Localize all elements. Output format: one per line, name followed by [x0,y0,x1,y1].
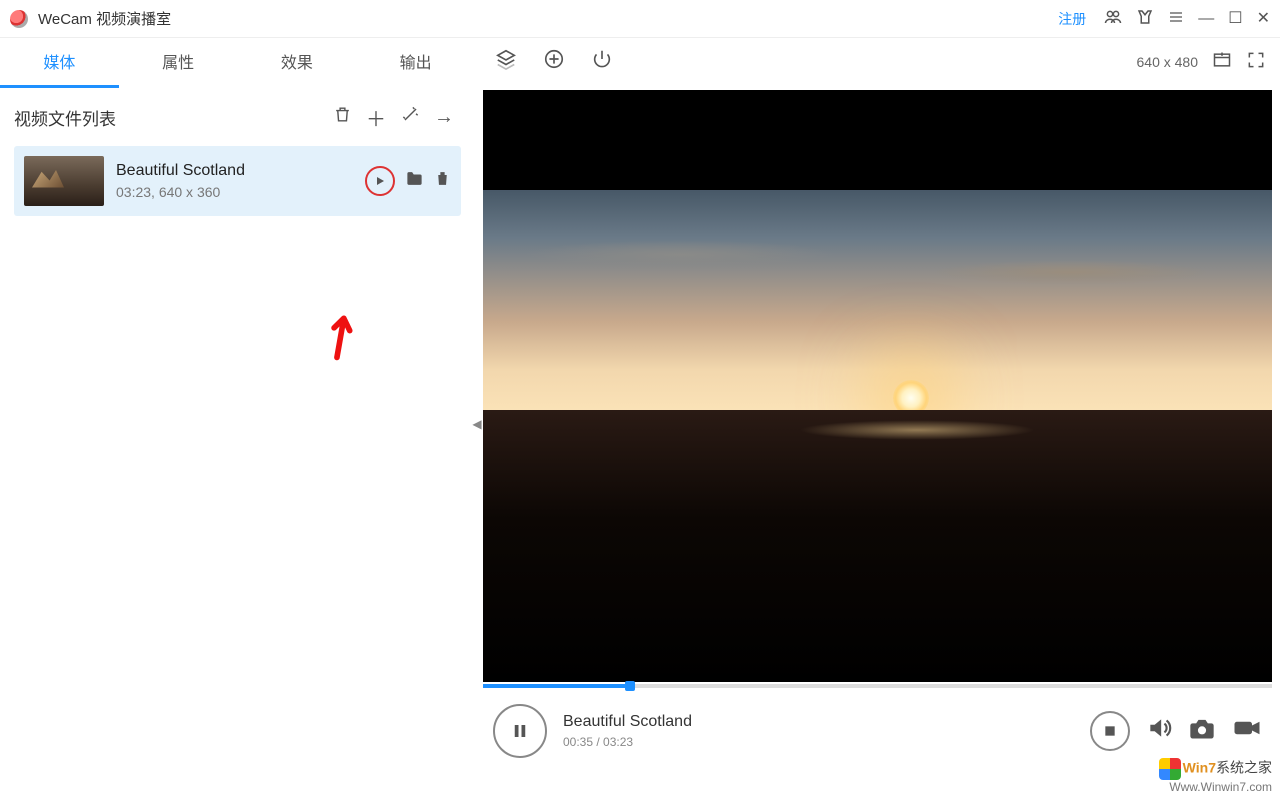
fit-screen-icon[interactable] [1212,50,1232,75]
collapse-sidebar-handle[interactable]: ◀ [470,410,484,438]
file-item[interactable]: Beautiful Scotland 03:23, 640 x 360 [14,146,461,216]
list-next-button[interactable]: → [427,106,461,129]
list-add-button[interactable]: ＋ [359,103,393,132]
preview-panel: Beautiful Scotland 00:35 / 03:23 [475,86,1280,800]
theme-icon[interactable] [1136,8,1154,30]
file-play-button[interactable] [365,166,395,196]
app-title: WeCam 视频演播室 [38,8,171,29]
snapshot-button[interactable] [1188,714,1216,749]
app-logo [10,10,28,28]
stop-button[interactable] [1090,711,1130,751]
list-effects-button[interactable] [393,105,427,130]
maximize-button[interactable]: ☐ [1228,11,1242,27]
file-name: Beautiful Scotland [116,162,365,180]
layers-icon[interactable] [495,48,517,76]
pause-button[interactable] [493,704,547,758]
file-meta: 03:23, 640 x 360 [116,184,365,200]
close-button[interactable]: ✕ [1257,11,1270,27]
list-title: 视频文件列表 [14,105,116,130]
video-preview[interactable] [483,90,1272,682]
file-folder-button[interactable] [405,169,424,193]
annotation-arrow [310,303,376,370]
tab-media[interactable]: 媒体 [0,37,119,88]
contacts-icon[interactable] [1104,8,1122,30]
tab-properties[interactable]: 属性 [119,37,238,88]
resolution-label: 640 x 480 [1137,54,1199,70]
title-bar: WeCam 视频演播室 注册 — ☐ ✕ [0,0,1280,38]
file-delete-button[interactable] [434,170,451,192]
tab-effects[interactable]: 效果 [238,37,357,88]
now-playing-time: 00:35 / 03:23 [563,735,692,749]
register-link[interactable]: 注册 [1058,9,1086,29]
tabs-row: 媒体 属性 效果 输出 640 x 480 [0,38,1280,86]
minimize-button[interactable]: — [1198,11,1214,27]
tab-output[interactable]: 输出 [356,37,475,88]
add-circle-icon[interactable] [543,48,565,76]
record-button[interactable] [1232,713,1262,750]
sidebar: 视频文件列表 ＋ → Beautiful Scotland 03:23, 640… [0,86,475,800]
now-playing-title: Beautiful Scotland [563,713,692,731]
menu-icon[interactable] [1168,9,1184,29]
volume-button[interactable] [1146,715,1172,748]
progress-bar[interactable] [483,684,1272,688]
file-thumbnail [24,156,104,206]
power-icon[interactable] [591,48,613,76]
fullscreen-icon[interactable] [1246,50,1266,75]
list-delete-button[interactable] [325,105,359,130]
